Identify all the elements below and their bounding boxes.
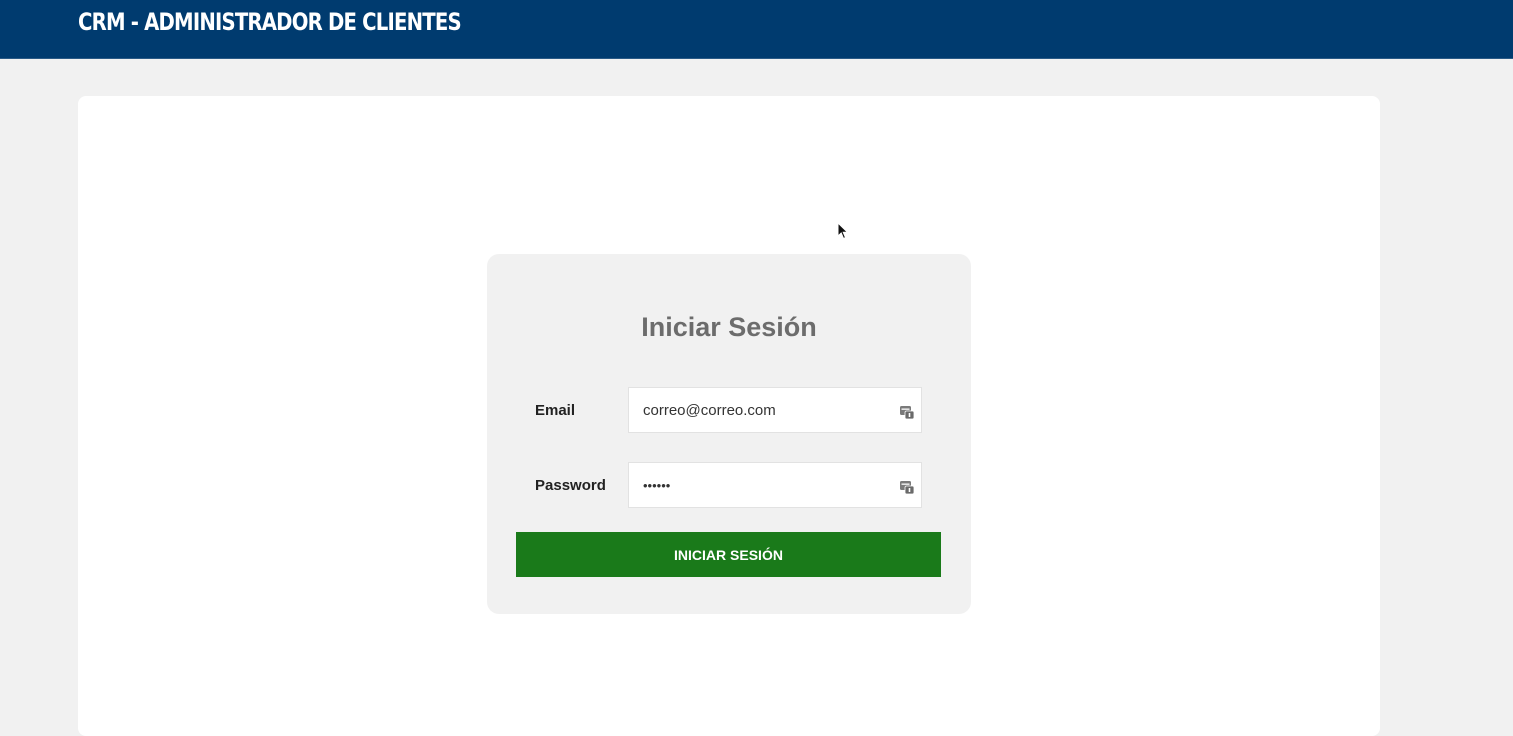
login-form: Iniciar Sesión Email Password INICIAR SE… bbox=[487, 254, 971, 614]
login-submit-button[interactable]: INICIAR SESIÓN bbox=[516, 532, 941, 577]
password-field-wrapper[interactable] bbox=[628, 462, 922, 508]
app-header: CRM - ADMINISTRADOR DE CLIENTES bbox=[0, 0, 1513, 59]
autofill-key-icon[interactable] bbox=[899, 404, 915, 420]
app-title: CRM - ADMINISTRADOR DE CLIENTES bbox=[78, 8, 462, 36]
email-field-wrapper[interactable] bbox=[628, 387, 922, 433]
email-label: Email bbox=[535, 402, 576, 419]
mouse-cursor-icon bbox=[837, 222, 849, 240]
autofill-key-icon[interactable] bbox=[899, 479, 915, 495]
password-label: Password bbox=[535, 477, 606, 494]
login-heading: Iniciar Sesión bbox=[641, 312, 817, 342]
email-field[interactable] bbox=[643, 388, 883, 432]
password-field[interactable] bbox=[643, 463, 883, 507]
